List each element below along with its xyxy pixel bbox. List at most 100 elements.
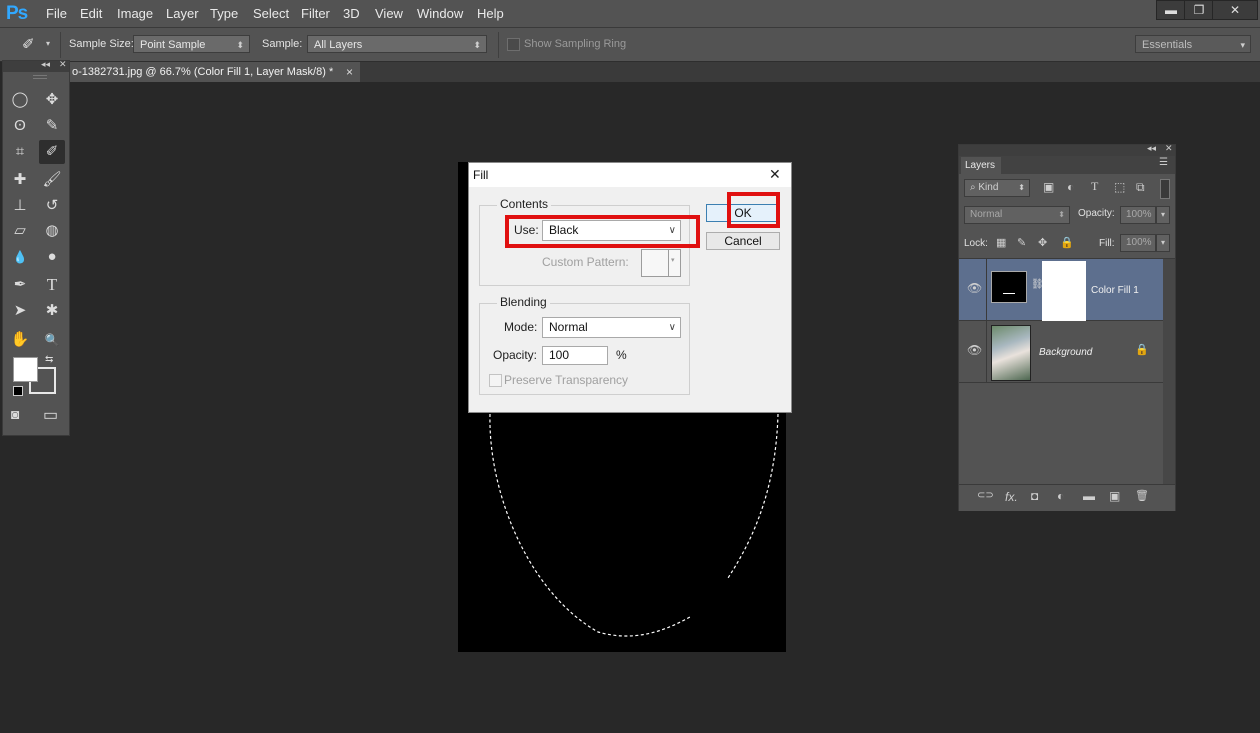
mode-select[interactable]: Normal ∨ <box>542 317 681 338</box>
quick-selection-icon[interactable]: ✎ <box>39 114 65 138</box>
fx-icon[interactable]: fx. <box>1005 490 1018 504</box>
layers-tab[interactable]: Layers <box>961 157 1001 174</box>
trash-icon[interactable]: 🗑 <box>1135 489 1149 502</box>
lock-all-icon[interactable]: 🔒 <box>1060 236 1074 249</box>
filter-shape-icon[interactable]: ⬚ <box>1114 180 1125 194</box>
brush-icon[interactable]: 🖌 <box>39 168 65 192</box>
filter-toggle[interactable] <box>1160 179 1170 199</box>
document-tab[interactable]: o-1382731.jpg @ 66.7% (Color Fill 1, Lay… <box>70 62 360 82</box>
visibility-cell[interactable]: 👁 <box>959 321 987 383</box>
sample-size-select[interactable]: Point Sample ⬍ <box>133 35 250 53</box>
foreground-color-swatch[interactable] <box>13 357 38 382</box>
opacity-unit: % <box>616 348 627 362</box>
dialog-title-bar[interactable]: Fill ✕ <box>469 163 791 187</box>
history-brush-icon[interactable]: ↺ <box>39 194 65 218</box>
toolbox-header[interactable]: ◂◂ ✕ <box>3 59 69 72</box>
fill-input[interactable]: 100% <box>1120 234 1156 252</box>
new-layer-icon[interactable]: ▣ <box>1109 489 1120 503</box>
custom-shape-icon[interactable]: ✱ <box>39 299 65 323</box>
eye-icon[interactable]: 👁 <box>967 343 982 357</box>
eyedropper-icon[interactable]: ✐ <box>22 35 35 53</box>
screen-mode-icon[interactable]: ▭ <box>43 405 58 425</box>
filter-pixel-icon[interactable]: ▣ <box>1043 180 1054 194</box>
pen-icon[interactable]: ✒ <box>7 273 33 297</box>
lasso-icon[interactable]: ʘ <box>7 114 33 138</box>
close-icon[interactable]: ✕ <box>59 59 67 70</box>
crop-icon[interactable]: ⌗ <box>7 140 33 164</box>
chevron-down-icon[interactable]: ▾ <box>1156 234 1170 252</box>
contents-legend: Contents <box>497 197 552 211</box>
menu-help[interactable]: Help <box>477 6 504 21</box>
panel-header[interactable]: ◂◂ ✕ <box>959 143 1175 156</box>
hand-icon[interactable]: ✋ <box>7 328 33 352</box>
quick-mask-icon[interactable]: ◙ <box>11 406 19 422</box>
layer-row-background[interactable]: 👁 Background 🔒 <box>959 321 1163 383</box>
eyedropper-icon[interactable]: ✐ <box>39 140 65 164</box>
opacity-input[interactable]: 100% <box>1120 206 1156 224</box>
menu-window[interactable]: Window <box>417 6 463 21</box>
menu-image[interactable]: Image <box>117 6 153 21</box>
path-selection-icon[interactable]: ➤ <box>7 299 33 323</box>
filter-smart-object-icon[interactable]: ⧉ <box>1136 180 1145 195</box>
filter-type-icon[interactable]: T <box>1091 179 1098 194</box>
sample-select[interactable]: All Layers ⬍ <box>307 35 487 53</box>
blend-mode-select[interactable]: Normal ⬍ <box>964 206 1070 224</box>
lock-transparent-icon[interactable]: ▦ <box>996 236 1006 249</box>
layer-mask-thumbnail[interactable] <box>1042 261 1086 321</box>
opacity-input[interactable]: 100 <box>542 346 608 365</box>
kind-filter-select[interactable]: ⌕ Kind ⬍ <box>964 179 1030 197</box>
menu-filter[interactable]: Filter <box>301 6 330 21</box>
tool-preset-chevron-icon[interactable]: ▾ <box>46 39 50 48</box>
layer-list: 👁 ⛓ Color Fill 1 👁 Background 🔒 <box>959 258 1175 485</box>
folder-icon[interactable]: ▬ <box>1083 489 1095 503</box>
default-colors-icon[interactable] <box>13 386 23 396</box>
collapse-icon[interactable]: ◂◂ <box>1147 143 1156 154</box>
restore-button[interactable]: ❐ <box>1184 0 1214 20</box>
layer-list-scrollbar[interactable] <box>1163 259 1175 485</box>
menu-layer[interactable]: Layer <box>166 6 199 21</box>
sample-label: Sample: <box>262 38 303 50</box>
link-icon[interactable]: ⛓ <box>1031 279 1044 290</box>
filter-adjustment-icon[interactable]: ◐ <box>1067 180 1074 194</box>
close-icon[interactable]: ✕ <box>1165 143 1173 154</box>
elliptical-marquee-icon[interactable]: ◯ <box>7 88 33 112</box>
menu-view[interactable]: View <box>375 6 403 21</box>
menu-select[interactable]: Select <box>253 6 289 21</box>
dodge-icon[interactable]: ● <box>39 245 65 269</box>
zoom-icon[interactable]: 🔍 <box>39 328 65 352</box>
chevron-down-icon[interactable]: ▾ <box>1156 206 1170 224</box>
menu-type[interactable]: Type <box>210 6 238 21</box>
workspace-select[interactable]: Essentials ▾ <box>1135 35 1251 53</box>
mask-icon[interactable]: ◘ <box>1031 489 1038 503</box>
menu-3d[interactable]: 3D <box>343 6 360 21</box>
move-icon[interactable]: ✥ <box>39 88 65 112</box>
layer-row-color-fill-1[interactable]: 👁 ⛓ Color Fill 1 <box>959 259 1163 321</box>
custom-pattern-picker[interactable]: ▾ <box>641 249 681 277</box>
panel-menu-icon[interactable]: ☰ <box>1159 157 1168 168</box>
spot-healing-icon[interactable]: ✚ <box>7 168 33 192</box>
visibility-cell[interactable]: 👁 <box>959 259 987 321</box>
dialog-close-icon[interactable]: ✕ <box>769 166 781 183</box>
grip-icon[interactable] <box>33 75 47 79</box>
menu-edit[interactable]: Edit <box>80 6 102 21</box>
type-icon[interactable]: T <box>39 273 65 297</box>
show-sampling-ring-checkbox[interactable] <box>507 38 520 51</box>
preserve-transparency-checkbox[interactable] <box>489 374 502 387</box>
lock-pixels-icon[interactable]: ✎ <box>1017 236 1026 249</box>
minimize-button[interactable]: ▬ <box>1156 0 1186 20</box>
link-icon[interactable]: ⊂⊃ <box>977 490 994 501</box>
eraser-icon[interactable]: ▱ <box>7 219 33 243</box>
close-window-button[interactable]: ✕ <box>1212 0 1258 20</box>
adjustment-icon[interactable]: ◐ <box>1057 489 1064 503</box>
swap-colors-icon[interactable]: ⇆ <box>45 354 53 365</box>
cancel-button[interactable]: Cancel <box>706 232 780 250</box>
paint-bucket-icon[interactable]: ◍ <box>39 219 65 243</box>
lock-position-icon[interactable]: ✥ <box>1038 236 1047 249</box>
menu-file[interactable]: File <box>46 6 67 21</box>
collapse-icon[interactable]: ◂◂ <box>41 59 50 70</box>
eye-icon[interactable]: 👁 <box>967 281 982 295</box>
options-bar: ✐ ▾ Sample Size: Point Sample ⬍ Sample: … <box>0 28 1260 62</box>
blur-icon[interactable]: 💧 <box>7 245 33 269</box>
tab-close-icon[interactable]: × <box>346 62 353 82</box>
clone-stamp-icon[interactable]: ⊥ <box>7 194 33 218</box>
